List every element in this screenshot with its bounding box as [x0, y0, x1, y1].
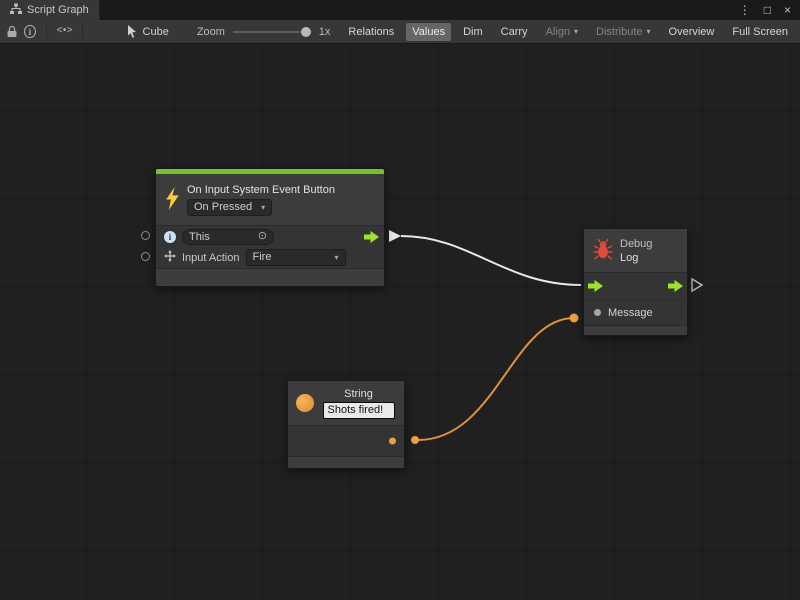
- target-picker-icon[interactable]: ⊙: [258, 231, 267, 242]
- string-output-port[interactable]: [389, 438, 396, 445]
- input-action-dropdown[interactable]: Fire ▾: [246, 249, 346, 266]
- overview-button[interactable]: Overview: [663, 23, 721, 41]
- message-label: Message: [608, 307, 653, 319]
- debug-node-header: Debug Log: [584, 229, 687, 273]
- tab-script-graph[interactable]: Script Graph: [0, 0, 100, 20]
- values-button[interactable]: Values: [406, 23, 451, 41]
- string-output-wire-dot[interactable]: [411, 436, 419, 444]
- message-input-port[interactable]: [594, 309, 601, 316]
- graph-toolbar: i <•> Cube Zoom 1x Relations Values Dim …: [0, 20, 800, 44]
- chevron-down-icon: ▾: [574, 27, 578, 36]
- relations-button[interactable]: Relations: [342, 23, 400, 41]
- inspect-info-icon[interactable]: i: [24, 25, 36, 38]
- debug-flow-out-hollow-triangle[interactable]: [692, 279, 702, 291]
- string-type-icon: [296, 394, 314, 412]
- node-on-input-system-event-button[interactable]: On Input System Event Button On Pressed …: [155, 168, 385, 287]
- input-action-value: Fire: [253, 251, 272, 264]
- window-controls: ⋮ □ ×: [730, 0, 800, 20]
- event-node-footer: [156, 268, 384, 286]
- message-input-row: Message: [584, 299, 687, 325]
- string-node-footer: [288, 456, 404, 468]
- debug-flow-in-port[interactable]: [588, 280, 603, 292]
- chevron-down-icon: ▾: [647, 27, 651, 36]
- debug-node-footer: [584, 325, 687, 335]
- api-code-icon[interactable]: <•>: [57, 26, 72, 37]
- zoom-slider[interactable]: [233, 26, 311, 38]
- zoom-value: 1x: [319, 26, 331, 38]
- debug-flow-row: [584, 273, 687, 299]
- distribute-label: Distribute: [596, 26, 642, 38]
- close-icon[interactable]: ×: [784, 4, 791, 16]
- event-flow-out-port[interactable]: [364, 231, 379, 243]
- flow-connection-wire[interactable]: [401, 236, 581, 285]
- flow-wire-start-triangle[interactable]: [389, 230, 401, 242]
- string-value-input[interactable]: [323, 402, 395, 419]
- debug-node-title: Log: [620, 251, 652, 265]
- toolbar-divider: [46, 24, 47, 39]
- graph-canvas[interactable]: On Input System Event Button On Pressed …: [0, 44, 800, 600]
- event-state-dropdown[interactable]: On Pressed ▾: [187, 199, 272, 216]
- string-node-header: String: [288, 381, 404, 426]
- crosshair-icon: [164, 250, 176, 265]
- zoom-label: Zoom: [197, 26, 225, 38]
- input-action-label: Input Action: [182, 252, 240, 264]
- event-node-header: On Input System Event Button On Pressed …: [156, 174, 384, 226]
- distribute-dropdown[interactable]: Distribute ▾: [590, 23, 656, 41]
- graph-owner-label[interactable]: Cube: [143, 26, 169, 38]
- string-node-title: String: [344, 388, 373, 400]
- kebab-menu-icon[interactable]: ⋮: [739, 4, 751, 16]
- message-input-wire-dot[interactable]: [570, 314, 579, 323]
- tab-title: Script Graph: [27, 4, 89, 16]
- debug-flow-out-port[interactable]: [668, 280, 683, 292]
- zoom-slider-track[interactable]: [233, 31, 311, 33]
- cursor-icon: [127, 25, 137, 38]
- event-target-row: i This ⊙: [156, 226, 384, 247]
- graph-icon: [10, 3, 22, 18]
- this-value: This: [189, 231, 210, 243]
- align-label: Align: [546, 26, 570, 38]
- node-title: On Input System Event Button: [187, 184, 335, 196]
- value-connection-wire[interactable]: [418, 318, 574, 440]
- event-state-value: On Pressed: [194, 201, 252, 214]
- this-object-field[interactable]: This ⊙: [182, 229, 274, 245]
- tab-bar: Script Graph ⋮ □ ×: [0, 0, 800, 20]
- lock-icon[interactable]: [6, 25, 18, 38]
- script-graph-window: Script Graph ⋮ □ × i <•> Cube Zoom: [0, 0, 800, 600]
- zoom-slider-knob[interactable]: [301, 27, 311, 37]
- event-input-port-circle[interactable]: [141, 252, 150, 261]
- carry-button[interactable]: Carry: [495, 23, 534, 41]
- chevron-down-icon: ▾: [261, 201, 265, 214]
- debug-namespace: Debug: [620, 237, 652, 251]
- node-string-literal[interactable]: String: [287, 380, 405, 469]
- input-action-row: Input Action Fire ▾: [156, 247, 384, 268]
- dim-button[interactable]: Dim: [457, 23, 489, 41]
- align-dropdown[interactable]: Align ▾: [540, 23, 584, 41]
- event-input-port-circle[interactable]: [141, 231, 150, 240]
- bug-icon: [593, 238, 613, 263]
- maximize-icon[interactable]: □: [764, 4, 771, 16]
- lightning-bolt-icon: [164, 187, 181, 213]
- chevron-down-icon: ▾: [334, 251, 338, 264]
- fullscreen-button[interactable]: Full Screen: [726, 23, 794, 41]
- toolbar-divider: [82, 24, 83, 39]
- info-icon: i: [164, 231, 176, 243]
- node-debug-log[interactable]: Debug Log Message: [583, 228, 688, 336]
- string-output-row: [288, 426, 404, 456]
